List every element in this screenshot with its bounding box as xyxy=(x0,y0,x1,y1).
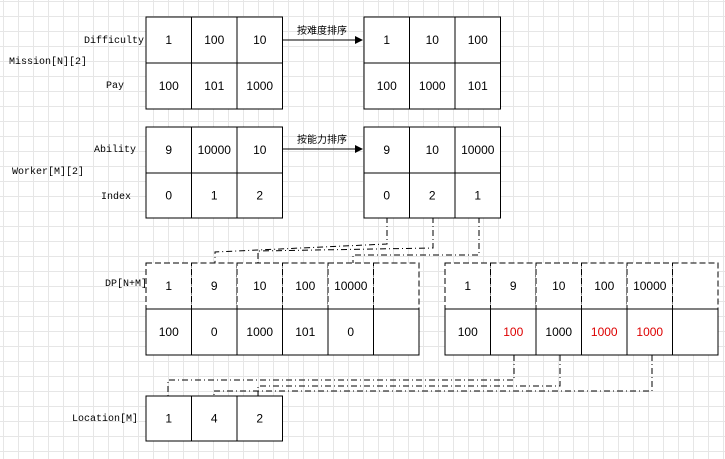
worker-original-value: 2 xyxy=(256,189,263,203)
mission-sorted-value: 100 xyxy=(377,79,397,93)
dp-left-value: 1000 xyxy=(246,325,273,339)
dp-left-cell xyxy=(373,262,420,310)
mission-original-value: 10 xyxy=(253,33,267,47)
index-row-label: Index xyxy=(101,191,131,203)
location-value: 1 xyxy=(165,412,172,426)
dp-right-cell xyxy=(672,308,719,356)
ability-row-label: Ability xyxy=(94,144,136,156)
dp-left-value: 10 xyxy=(253,279,267,293)
pay-row-label: Pay xyxy=(106,81,124,92)
dp-left-value: 0 xyxy=(347,325,354,339)
mission-sorted-value: 1 xyxy=(383,33,390,47)
location-array-label: Location[M] xyxy=(72,413,138,425)
mission-original-value: 100 xyxy=(159,79,179,93)
location-value: 2 xyxy=(256,412,263,426)
worker-sorted-value: 1 xyxy=(474,189,481,203)
sort-ability-label: 按能力排序 xyxy=(297,133,347,146)
dp-right-value: 1000 xyxy=(545,325,572,339)
mission-sorted-value: 100 xyxy=(468,33,488,47)
worker-original-value: 10000 xyxy=(198,143,232,157)
mission-original-value: 101 xyxy=(204,79,224,93)
dp-right-value: 100 xyxy=(458,325,478,339)
dp-right-value: 100 xyxy=(503,325,523,339)
dp-right-value: 1000 xyxy=(591,325,618,339)
worker-original-value: 0 xyxy=(165,189,172,203)
difficulty-row-label: Difficulty xyxy=(84,35,144,47)
dp-right-value: 9 xyxy=(510,279,517,293)
worker-sorted-value: 2 xyxy=(429,189,436,203)
mission-original-value: 1000 xyxy=(246,79,273,93)
worker-array-label: Worker[M][2] xyxy=(12,166,84,178)
mission-sorted-value: 101 xyxy=(468,79,488,93)
dp-left-value: 9 xyxy=(211,279,218,293)
dp-left-value: 10000 xyxy=(334,279,368,293)
dp-left-value: 0 xyxy=(211,325,218,339)
worker-sorted-value: 10 xyxy=(426,143,440,157)
dp-right-value: 100 xyxy=(594,279,614,293)
array-cells: 1 100 10100 101 10001 10 100100 1000 1019 10000 10… xyxy=(145,16,719,442)
connector-worker-9 xyxy=(214,217,388,263)
dp-left-value: 101 xyxy=(295,325,315,339)
dp-right-cell xyxy=(672,262,719,310)
sort-difficulty-label: 按难度排序 xyxy=(297,24,347,37)
dp-left-cell xyxy=(373,308,420,356)
dp-right-value: 10000 xyxy=(633,279,667,293)
connector-location-3 xyxy=(213,355,653,396)
worker-sorted-value: 10000 xyxy=(461,143,495,157)
dp-array-label: DP[N+M] xyxy=(105,278,147,290)
dp-right-value: 1000 xyxy=(636,325,663,339)
dp-left-value: 100 xyxy=(159,325,179,339)
worker-original-value: 1 xyxy=(211,189,218,203)
dp-left-value: 1 xyxy=(165,279,172,293)
dp-right-value: 10 xyxy=(552,279,566,293)
mission-original-value: 1 xyxy=(165,33,172,47)
dp-right-value: 1 xyxy=(464,279,471,293)
worker-sorted-value: 9 xyxy=(383,143,390,157)
worker-sorted-value: 0 xyxy=(383,189,390,203)
dp-left-value: 100 xyxy=(295,279,315,293)
connector-worker-10000 xyxy=(352,217,480,263)
connector-location-1 xyxy=(167,355,515,396)
mission-original-value: 100 xyxy=(204,33,224,47)
connector-worker-10 xyxy=(257,217,434,263)
location-value: 4 xyxy=(211,412,218,426)
mission-sorted-value: 1000 xyxy=(419,79,446,93)
mission-sorted-value: 10 xyxy=(426,33,440,47)
connector-location-2 xyxy=(257,355,561,396)
worker-original-value: 10 xyxy=(253,143,267,157)
diagram-canvas: Mission[N][2] Difficulty Pay Worker[M][2… xyxy=(9,16,719,442)
worker-original-value: 9 xyxy=(165,143,172,157)
mission-array-label: Mission[N][2] xyxy=(9,56,87,68)
